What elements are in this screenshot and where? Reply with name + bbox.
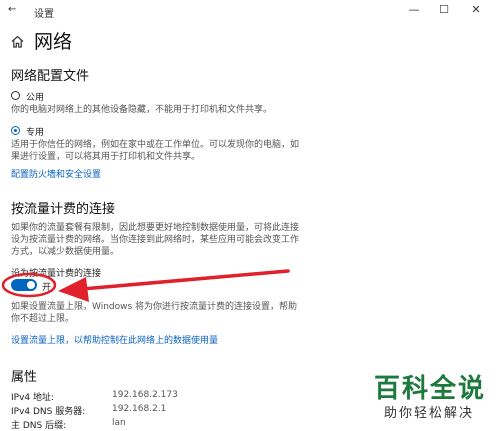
watermark-subtitle: 助你轻松解决 [384,406,475,421]
annotation-arrow-head [58,277,89,302]
annotation-arrow-shaft [80,269,290,291]
watermark-title: 百科全说 [374,374,487,404]
highlight-ellipse [1,272,57,298]
annotation-overlay [1,269,290,302]
